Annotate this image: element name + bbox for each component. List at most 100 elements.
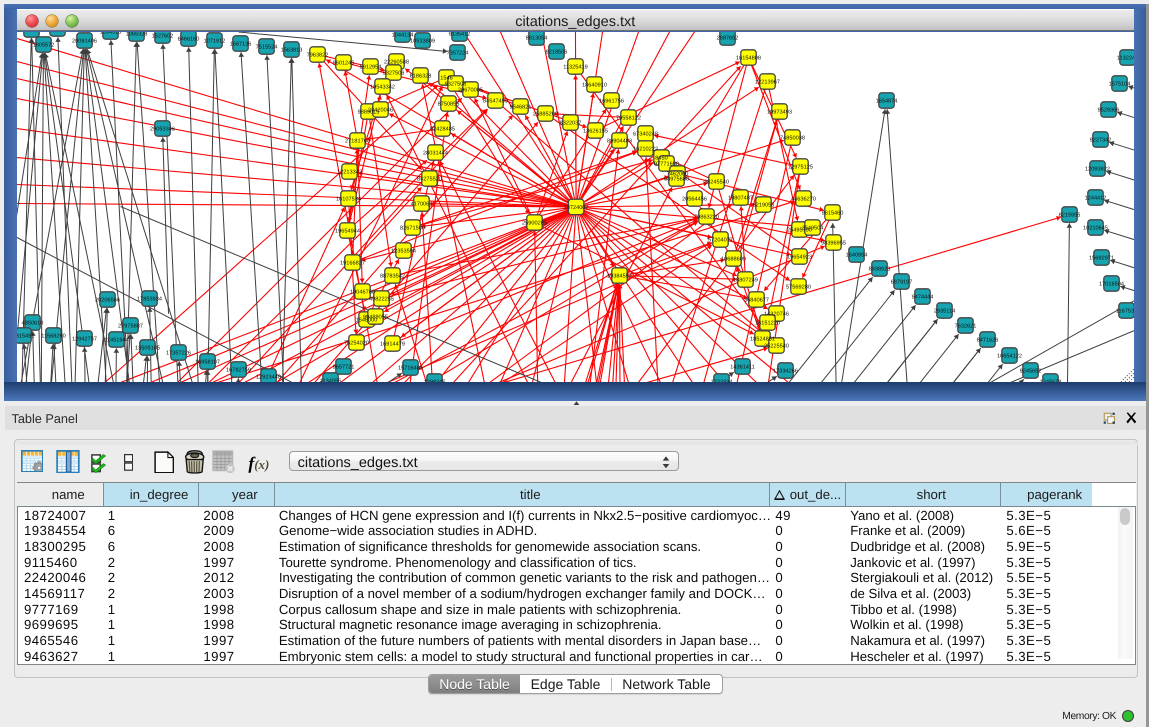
svg-text:15716485: 15716485 bbox=[398, 365, 423, 371]
svg-text:1244412: 1244412 bbox=[1084, 195, 1106, 201]
svg-text:1065328: 1065328 bbox=[125, 32, 147, 38]
svg-text:10543342: 10543342 bbox=[370, 84, 395, 90]
svg-text:15692971: 15692971 bbox=[1089, 255, 1114, 261]
svg-text:1094313: 1094313 bbox=[99, 32, 121, 36]
svg-text:1640954: 1640954 bbox=[845, 252, 867, 258]
svg-text:20564456: 20564456 bbox=[682, 196, 707, 202]
svg-text:20206566: 20206566 bbox=[95, 297, 120, 303]
svg-text:8938923: 8938923 bbox=[868, 266, 890, 272]
svg-text:19166827: 19166827 bbox=[340, 260, 365, 266]
svg-text:18807249: 18807249 bbox=[733, 277, 758, 283]
svg-text:5912954: 5912954 bbox=[359, 64, 381, 70]
svg-text:9474444: 9474444 bbox=[911, 294, 933, 300]
svg-text:49822255: 49822255 bbox=[369, 296, 394, 302]
svg-text:74850038: 74850038 bbox=[780, 135, 805, 141]
svg-text:17016504: 17016504 bbox=[1099, 281, 1124, 287]
svg-text:10807487: 10807487 bbox=[728, 195, 753, 201]
svg-text:1840761: 1840761 bbox=[20, 32, 42, 34]
svg-text:9245652: 9245652 bbox=[1019, 368, 1041, 374]
svg-text:6879197: 6879197 bbox=[890, 279, 912, 285]
svg-text:76254020: 76254020 bbox=[344, 340, 369, 346]
svg-text:11451944: 11451944 bbox=[104, 337, 128, 343]
svg-text:84547499: 84547499 bbox=[483, 98, 508, 104]
svg-text:4170064: 4170064 bbox=[410, 201, 432, 207]
svg-text:11568290: 11568290 bbox=[41, 333, 65, 339]
svg-text:17853934: 17853934 bbox=[137, 296, 162, 302]
svg-text:10046788: 10046788 bbox=[350, 289, 375, 295]
svg-text:9601245: 9601245 bbox=[332, 60, 354, 66]
svg-text:8322037: 8322037 bbox=[559, 120, 581, 126]
svg-text:92428485: 92428485 bbox=[430, 126, 455, 132]
svg-text:7632621: 7632621 bbox=[954, 323, 976, 329]
svg-text:10533809: 10533809 bbox=[410, 38, 435, 44]
svg-text:99489055: 99489055 bbox=[363, 314, 388, 320]
svg-text:8471626: 8471626 bbox=[976, 337, 998, 343]
svg-text:79558122: 79558122 bbox=[616, 115, 641, 121]
svg-text:29670085: 29670085 bbox=[458, 87, 483, 93]
svg-text:1245678: 1245678 bbox=[1039, 379, 1061, 382]
svg-text:36840677: 36840677 bbox=[744, 297, 769, 303]
svg-text:22260588: 22260588 bbox=[384, 59, 409, 65]
svg-text:10688609: 10688609 bbox=[721, 256, 746, 262]
svg-text:19654923: 19654923 bbox=[787, 254, 812, 260]
svg-text:27975887: 27975887 bbox=[118, 323, 143, 329]
svg-text:17357226: 17357226 bbox=[166, 350, 191, 356]
svg-text:1071912: 1071912 bbox=[203, 38, 225, 44]
svg-text:9529366: 9529366 bbox=[1097, 107, 1119, 113]
svg-text:12942757: 12942757 bbox=[72, 336, 97, 342]
svg-text:8215955: 8215955 bbox=[1058, 212, 1080, 218]
svg-text:7515524: 7515524 bbox=[255, 44, 277, 50]
svg-text:84275520: 84275520 bbox=[417, 176, 442, 182]
svg-text:12213967: 12213967 bbox=[755, 79, 780, 85]
svg-text:1563813: 1563813 bbox=[280, 47, 302, 53]
svg-text:3315491: 3315491 bbox=[17, 333, 34, 339]
svg-text:25225540: 25225540 bbox=[764, 343, 789, 349]
svg-text:23420046: 23420046 bbox=[368, 107, 393, 113]
svg-text:10654122: 10654122 bbox=[997, 353, 1022, 359]
svg-text:28031444: 28031444 bbox=[423, 150, 448, 156]
svg-text:25900285: 25900285 bbox=[522, 220, 547, 226]
svg-text:57204077: 57204077 bbox=[708, 237, 733, 243]
svg-text:20091406: 20091406 bbox=[72, 38, 97, 44]
svg-text:9218506: 9218506 bbox=[545, 49, 567, 55]
svg-text:1667136: 1667136 bbox=[229, 41, 251, 47]
svg-text:16154808: 16154808 bbox=[736, 55, 761, 61]
svg-text:4850610: 4850610 bbox=[21, 320, 43, 326]
svg-text:12213342: 12213342 bbox=[337, 169, 362, 175]
svg-text:17334266: 17334266 bbox=[773, 368, 798, 374]
svg-text:9546821: 9546821 bbox=[509, 104, 531, 110]
svg-text:44636270: 44636270 bbox=[791, 196, 816, 202]
svg-text:10973493: 10973493 bbox=[767, 109, 792, 115]
svg-text:1134555: 1134555 bbox=[319, 378, 340, 382]
svg-text:6466160: 6466160 bbox=[177, 36, 199, 42]
svg-text:18524851: 18524851 bbox=[750, 336, 775, 342]
svg-text:2687652: 2687652 bbox=[716, 35, 738, 41]
svg-text:29053346: 29053346 bbox=[150, 126, 175, 132]
svg-text:7963822: 7963822 bbox=[306, 52, 328, 58]
svg-text:8186328: 8186328 bbox=[409, 73, 431, 79]
svg-text:12923448: 12923448 bbox=[256, 374, 281, 380]
svg-text:9657721: 9657721 bbox=[332, 364, 354, 370]
svg-text:6219055: 6219055 bbox=[752, 202, 774, 208]
svg-text:82671500: 82671500 bbox=[400, 225, 425, 231]
svg-text:16961756: 16961756 bbox=[599, 98, 624, 104]
svg-text:12353594: 12353594 bbox=[391, 248, 416, 254]
svg-text:89904483: 89904483 bbox=[607, 138, 632, 144]
svg-text:16151220: 16151220 bbox=[755, 320, 780, 326]
svg-text:11325419: 11325419 bbox=[563, 64, 587, 70]
svg-text:97771690: 97771690 bbox=[654, 161, 679, 167]
svg-text:16914479: 16914479 bbox=[380, 341, 405, 347]
svg-text:9135412: 9135412 bbox=[448, 32, 470, 38]
svg-text:10210645: 10210645 bbox=[1083, 225, 1108, 231]
svg-text:98396955: 98396955 bbox=[821, 240, 846, 246]
svg-text:2549504: 2549504 bbox=[801, 225, 823, 231]
svg-text:9227342: 9227342 bbox=[1089, 137, 1111, 143]
svg-text:18724007: 18724007 bbox=[563, 204, 588, 210]
svg-text:1527602: 1527602 bbox=[151, 33, 173, 39]
svg-text:7357224: 7357224 bbox=[446, 50, 468, 56]
svg-text:9615460: 9615460 bbox=[821, 210, 843, 216]
svg-text:16210222: 16210222 bbox=[633, 146, 658, 152]
svg-text:16107534: 16107534 bbox=[336, 196, 361, 202]
svg-text:1167538: 1167538 bbox=[1115, 308, 1134, 314]
svg-text:57569280: 57569280 bbox=[786, 284, 811, 290]
